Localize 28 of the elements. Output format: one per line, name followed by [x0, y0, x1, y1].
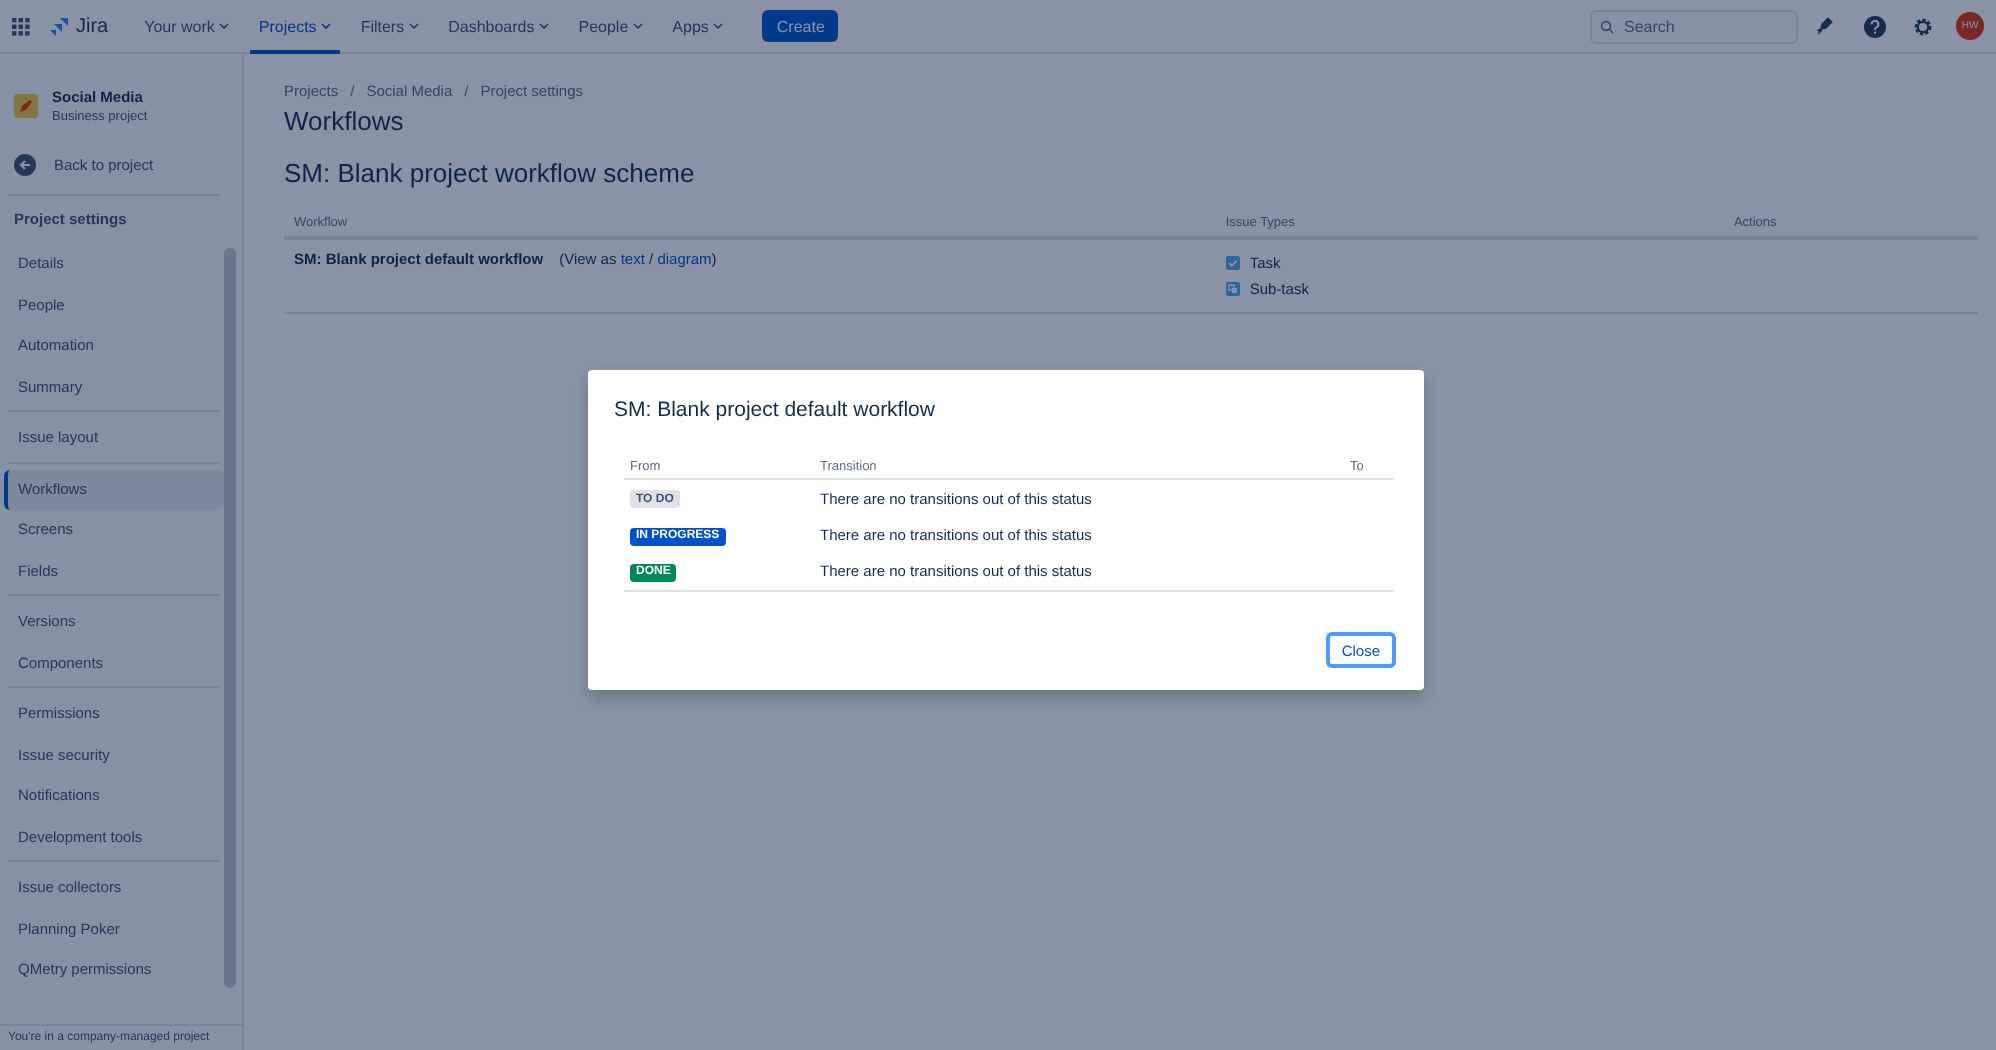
chevron-down-icon: [712, 20, 725, 32]
subtask-icon: [1225, 282, 1240, 296]
checkbox-icon: [1225, 256, 1240, 270]
chevron-down-icon: [408, 20, 421, 32]
chevron-down-icon: [538, 20, 551, 32]
app-switcher-icon[interactable]: [12, 17, 30, 35]
scheme-title: SM: Blank project workflow scheme: [284, 158, 697, 188]
project-avatar-icon: [14, 94, 38, 118]
chevron-down-icon: [320, 20, 333, 32]
help-icon[interactable]: [1863, 15, 1885, 37]
dialog-title: SM: Blank project default workflow: [614, 398, 937, 422]
nav-menu[interactable]: Dashboards: [440, 0, 559, 53]
logo-text[interactable]: Jira: [76, 15, 109, 37]
scrollbar[interactable]: [224, 248, 236, 988]
nav-menu[interactable]: Filters: [352, 0, 429, 53]
nav-menu[interactable]: People: [570, 0, 653, 53]
chevron-down-icon: [632, 20, 645, 32]
search-field[interactable]: Search: [1590, 9, 1798, 43]
logo-icon: [50, 16, 70, 36]
create-button[interactable]: Create: [762, 10, 839, 42]
search-icon: [1600, 19, 1614, 33]
page-title: Workflows: [284, 106, 406, 136]
nav-menu[interactable]: Apps: [664, 0, 733, 53]
nav-menu[interactable]: Your work: [136, 0, 239, 53]
chevron-down-icon: [218, 20, 231, 32]
nav-menu[interactable]: Projects: [250, 0, 341, 53]
settings-icon[interactable]: [1911, 15, 1933, 37]
back-arrow-icon: [14, 154, 36, 176]
